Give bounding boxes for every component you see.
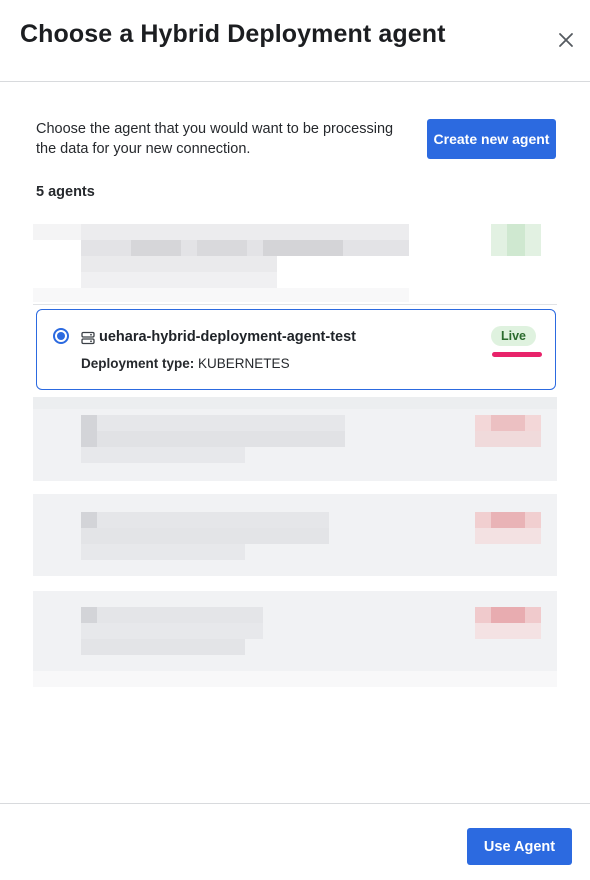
server-icon (81, 331, 95, 345)
dialog-title: Choose a Hybrid Deployment agent (20, 20, 446, 48)
dialog-footer: Use Agent (0, 803, 590, 880)
selected-agent-card[interactable]: uehara-hybrid-deployment-agent-test Depl… (36, 309, 556, 390)
create-new-agent-button[interactable]: Create new agent (427, 119, 556, 159)
agent-name: uehara-hybrid-deployment-agent-test (99, 329, 356, 345)
deployment-type-label: Deployment type: (81, 356, 195, 371)
deployment-type: Deployment type: KUBERNETES (81, 356, 290, 371)
agent-radio-selected[interactable] (53, 328, 69, 344)
status-badge: Live (491, 326, 537, 346)
dialog-header: Choose a Hybrid Deployment agent (0, 0, 590, 82)
agent-row-redacted[interactable] (33, 591, 557, 687)
intro-text: Choose the agent that you would want to … (36, 121, 394, 157)
agent-row-redacted[interactable] (33, 494, 557, 576)
use-agent-button[interactable]: Use Agent (467, 828, 572, 865)
agent-count: 5 agents (36, 184, 95, 200)
agent-row-redacted[interactable] (33, 397, 557, 481)
close-icon[interactable] (554, 28, 578, 52)
deployment-type-value: KUBERNETES (198, 356, 290, 371)
annotation-underline (492, 352, 542, 357)
agent-row-redacted[interactable] (33, 210, 557, 306)
